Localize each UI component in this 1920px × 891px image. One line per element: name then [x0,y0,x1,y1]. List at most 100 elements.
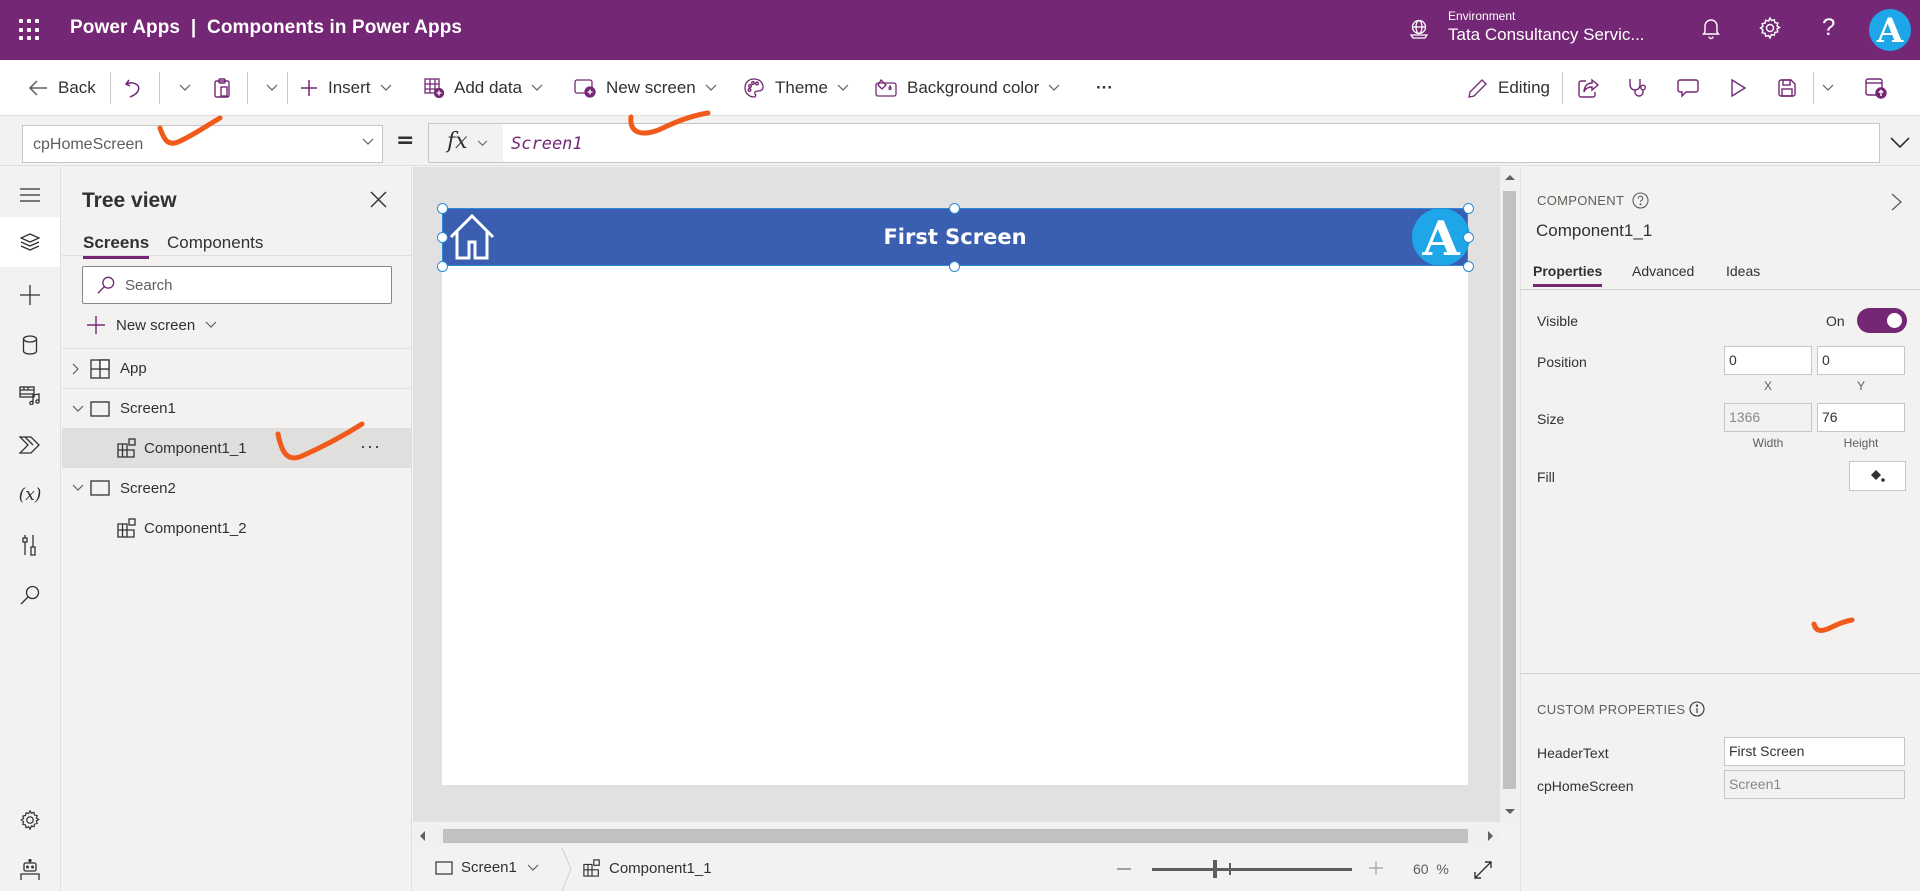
scroll-thumb[interactable] [1503,191,1516,789]
hamburger-icon [20,188,40,202]
new-screen-button[interactable]: New screen [574,60,717,116]
user-avatar[interactable]: A [1869,9,1911,51]
tab-properties[interactable]: Properties [1533,263,1603,287]
logo-image: A [1412,208,1470,267]
tree-view-title: Tree view [82,189,177,212]
width-input[interactable]: 1366 [1724,403,1812,432]
paint-bucket-icon [875,78,897,97]
resize-handle[interactable] [949,261,960,272]
tab-advanced[interactable]: Advanced [1632,263,1694,279]
share-button[interactable] [1578,60,1600,116]
back-button[interactable]: Back [28,60,96,116]
tree-item-component1-1[interactable]: Component1_1 ··· [62,428,412,468]
height-input[interactable]: 76 [1817,403,1905,432]
search-nav[interactable] [0,570,60,620]
settings-nav[interactable] [0,795,60,845]
add-data-button[interactable]: Add data [424,60,543,116]
canvas-horizontal-scrollbar[interactable] [413,826,1500,846]
breadcrumb-component[interactable]: Component1_1 [583,859,712,877]
notifications-icon[interactable] [1700,16,1722,40]
tree-search-input[interactable]: Search [82,266,392,304]
visible-toggle[interactable] [1857,308,1907,333]
resize-handle[interactable] [1463,203,1474,214]
settings-icon[interactable] [1758,16,1782,40]
expand-formula-button[interactable] [1880,123,1920,163]
app-launcher-icon[interactable] [19,19,41,41]
zoom-slider[interactable] [1152,868,1352,871]
more-commands-button[interactable]: ··· [1096,60,1113,116]
tree-item-component1-2[interactable]: Component1_2 [62,508,412,548]
breadcrumb-screen[interactable]: Screen1 [435,859,539,876]
tree-new-screen-button[interactable]: New screen [86,315,217,335]
tree-item-app[interactable]: App [62,348,412,388]
scroll-down-arrow-icon[interactable] [1505,809,1515,814]
resize-handle[interactable] [437,203,448,214]
fill-color-picker[interactable] [1849,461,1906,491]
copilot-nav[interactable] [0,845,60,891]
chevron-right-icon[interactable] [1891,193,1902,211]
position-y-input[interactable]: 0 [1817,346,1905,375]
scroll-thumb[interactable] [443,829,1468,843]
resize-handle[interactable] [1463,232,1474,243]
tree-item-screen1[interactable]: Screen1 [62,388,412,428]
stethoscope-icon [1629,79,1646,97]
scroll-right-arrow-icon[interactable] [1488,831,1493,841]
app-screen-canvas[interactable] [442,208,1468,785]
media-nav[interactable] [0,370,60,420]
resize-handle[interactable] [437,232,448,243]
data-nav[interactable] [0,320,60,370]
scroll-left-arrow-icon[interactable] [420,831,425,841]
insert-nav[interactable] [0,270,60,320]
zoom-in-button[interactable] [1368,860,1384,876]
menu-button[interactable] [0,170,60,220]
fx-button[interactable]: fx [428,123,504,163]
back-arrow-icon [28,80,47,96]
help-circle-icon[interactable] [1632,192,1649,209]
help-icon[interactable]: ? [1822,14,1835,42]
environment-name[interactable]: Tata Consultancy Servic... [1448,25,1645,45]
scroll-up-arrow-icon[interactable] [1505,175,1515,180]
comments-button[interactable] [1677,60,1699,116]
tab-screens[interactable]: Screens [83,233,150,259]
canvas-vertical-scrollbar[interactable] [1500,167,1519,822]
chevron-down-icon [205,321,217,328]
more-options-button[interactable]: ··· [360,436,381,457]
resize-handle[interactable] [949,203,960,214]
undo-dropdown[interactable] [170,60,191,116]
fit-to-window-icon[interactable] [1473,860,1493,880]
zoom-out-button[interactable] [1117,868,1131,870]
formula-input[interactable]: Screen1 [503,123,1880,163]
save-options-dropdown[interactable] [1822,60,1834,116]
search-icon [97,276,115,294]
paste-dropdown[interactable] [257,60,278,116]
chevron-down-icon [837,84,849,91]
preview-button[interactable] [1729,60,1747,116]
tab-components[interactable]: Components [167,233,263,253]
close-icon[interactable] [370,191,387,208]
theme-button[interactable]: Theme [743,60,849,116]
undo-button[interactable] [124,60,142,116]
advanced-tools-nav[interactable] [0,520,60,570]
tree-item-screen2[interactable]: Screen2 [62,468,412,508]
separator [1562,72,1563,104]
info-icon[interactable] [1689,701,1705,717]
variables-nav[interactable]: (x) [0,470,60,520]
power-automate-nav[interactable] [0,420,60,470]
save-button[interactable] [1777,60,1797,116]
zoom-slider-thumb[interactable] [1213,860,1217,878]
tab-ideas[interactable]: Ideas [1726,263,1760,279]
resize-handle[interactable] [437,261,448,272]
header-component[interactable]: First Screen A [442,208,1470,267]
resize-handle[interactable] [1463,261,1474,272]
editing-button[interactable]: Editing [1468,60,1550,116]
app-checker-button[interactable] [1627,60,1649,116]
publish-button[interactable] [1865,60,1887,116]
cp-home-screen-input[interactable]: Screen1 [1724,770,1905,799]
background-color-button[interactable]: Background color [875,60,1060,116]
position-x-input[interactable]: 0 [1724,346,1812,375]
tree-view-nav[interactable] [0,217,60,267]
property-dropdown[interactable]: cpHomeScreen [22,125,383,163]
header-text-input[interactable]: First Screen [1724,737,1905,766]
insert-button[interactable]: Insert [300,60,392,116]
paste-button[interactable] [213,60,231,116]
